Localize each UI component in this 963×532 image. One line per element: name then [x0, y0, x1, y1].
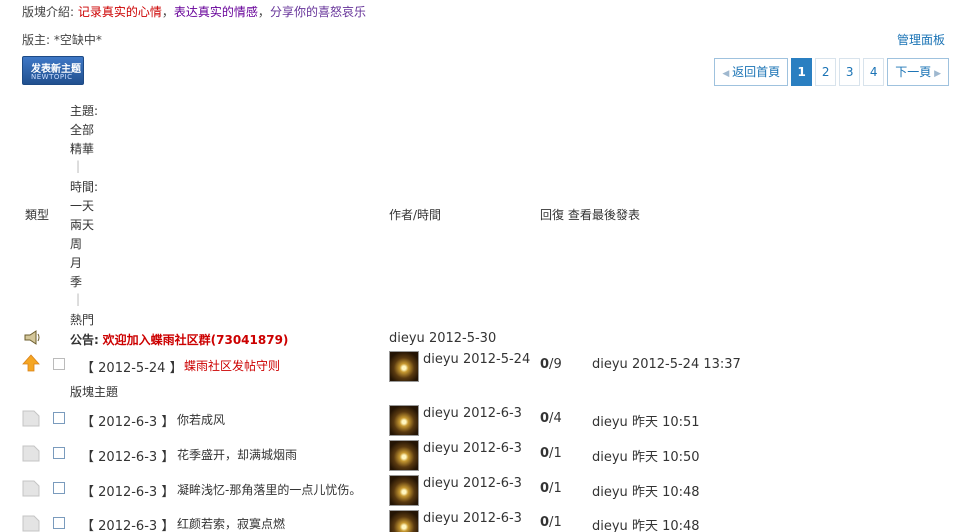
column-last-post: 最後發表 — [592, 208, 641, 222]
thread-checkbox[interactable] — [53, 412, 65, 424]
page-3-button[interactable]: 3 — [839, 58, 861, 86]
thread-stats: 0/9 — [540, 357, 562, 372]
document-icon — [22, 515, 40, 532]
manage-panel-link[interactable]: 管理面板 — [897, 31, 945, 48]
announcement-author-time: dieyu 2012-5-30 — [389, 331, 496, 346]
next-page-button[interactable]: 下一頁 ▶ — [887, 58, 949, 86]
thread-title-link[interactable]: 凝眸浅忆-那角落里的一点儿忧伤。 — [177, 481, 361, 498]
filter-day-link[interactable]: 一天 — [70, 197, 94, 214]
intro-part-3: 分享你的喜怒哀乐 — [269, 5, 366, 19]
avatar[interactable] — [389, 440, 419, 471]
thread-author-time: dieyu 2012-6-3 — [423, 476, 522, 491]
thread-checkbox[interactable] — [53, 482, 65, 494]
thread-author-time: dieyu 2012-5-24 — [423, 352, 531, 367]
thread-author-time: dieyu 2012-6-3 — [423, 511, 522, 526]
filter-all-link[interactable]: 全部 — [70, 121, 94, 138]
megaphone-icon — [24, 330, 40, 345]
moderator-label: 版主: — [22, 33, 51, 47]
chevron-left-icon: ◀ — [722, 69, 733, 79]
thread-date: 【 2012-6-3 】 — [81, 415, 175, 430]
sticky-arrow-icon — [22, 354, 40, 372]
announcement-date: 2012-5-30 — [428, 331, 497, 346]
thread-date: 【 2012-6-3 】 — [81, 519, 175, 532]
thread-title-link[interactable]: 红颜若索，寂寞点燃 — [177, 515, 285, 532]
filter-month-link[interactable]: 月 — [70, 254, 82, 271]
announcement-row: 公告: 欢迎加入蝶雨社区群(73041879) — [70, 331, 288, 348]
pagination: ◀ 返回首頁 1 2 3 4 下一頁 ▶ — [714, 58, 949, 86]
thread-checkbox[interactable] — [53, 358, 65, 370]
thread-checkbox[interactable] — [53, 447, 65, 459]
filter-time-label: 時間: — [70, 180, 99, 194]
intro-part-2: 表达真实的情感 — [173, 5, 258, 19]
page-1-button[interactable]: 1 — [791, 58, 813, 86]
thread-last-post: dieyu 昨天 10:48 — [592, 485, 700, 500]
thread-last-post: dieyu 昨天 10:51 — [592, 415, 700, 430]
section-label: 版塊主題 — [70, 385, 119, 399]
thread-stats: 0/4 — [540, 411, 562, 426]
filter-separator-2: | — [76, 292, 81, 306]
thread-title-link[interactable]: 你若成风 — [177, 411, 225, 428]
thread-author-time: dieyu 2012-6-3 — [423, 406, 522, 421]
filter-week-link[interactable]: 周 — [70, 235, 82, 252]
document-icon — [22, 445, 40, 462]
column-author-time: 作者/時間 — [389, 208, 442, 222]
chevron-right-icon: ▶ — [931, 69, 941, 79]
thread-last-post: dieyu 昨天 10:50 — [592, 450, 700, 465]
intro-label: 版塊介紹: — [22, 5, 75, 19]
thread-stats: 0/1 — [540, 446, 562, 461]
thread-date: 【 2012-5-24 】 — [81, 361, 183, 376]
column-type: 類型 — [25, 208, 50, 222]
avatar[interactable] — [389, 351, 419, 382]
thread-stats: 0/1 — [540, 481, 562, 496]
filter-topic-label: 主題: — [70, 104, 99, 118]
filter-separator: | — [76, 159, 81, 173]
back-home-button[interactable]: ◀ 返回首頁 — [714, 58, 789, 86]
thread-title-link[interactable]: 花季盛开，却满城烟雨 — [177, 446, 297, 463]
thread-checkbox[interactable] — [53, 517, 65, 529]
new-topic-label-en: NEWTOPIC — [31, 73, 73, 81]
thread-author[interactable]: dieyu — [423, 352, 459, 367]
thread-date: 【 2012-6-3 】 — [81, 485, 175, 500]
announcement-title-link[interactable]: 欢迎加入蝶雨社区群(73041879) — [103, 333, 289, 347]
filter-digest-link[interactable]: 精華 — [70, 140, 94, 157]
page-4-button[interactable]: 4 — [863, 58, 885, 86]
avatar[interactable] — [389, 510, 419, 532]
page-2-button[interactable]: 2 — [815, 58, 837, 86]
thread-author-time: dieyu 2012-6-3 — [423, 441, 522, 456]
announcement-author[interactable]: dieyu — [389, 331, 425, 346]
filter-two-days-link[interactable]: 兩天 — [70, 216, 94, 233]
avatar[interactable] — [389, 475, 419, 506]
announcement-label: 公告: — [70, 333, 99, 347]
filter-hot-link[interactable]: 熱門 — [70, 311, 94, 328]
thread-stats: 0/1 — [540, 515, 562, 530]
thread-last-post: dieyu 昨天 10:48 — [592, 519, 700, 532]
thread-date: 【 2012-6-3 】 — [81, 450, 175, 465]
avatar[interactable] — [389, 405, 419, 436]
document-icon — [22, 480, 40, 497]
thread-last-post: dieyu 2012-5-24 13:37 — [592, 357, 741, 372]
column-reply-view: 回復 查看 — [540, 208, 592, 222]
filter-season-link[interactable]: 季 — [70, 273, 82, 290]
filter-column: 主題: 全部 精華 | 時間: 一天 兩天 周 月 季 | 熱門 — [70, 0, 130, 330]
document-icon — [22, 410, 40, 427]
thread-title-link[interactable]: 蝶雨社区发帖守则 — [184, 357, 280, 374]
